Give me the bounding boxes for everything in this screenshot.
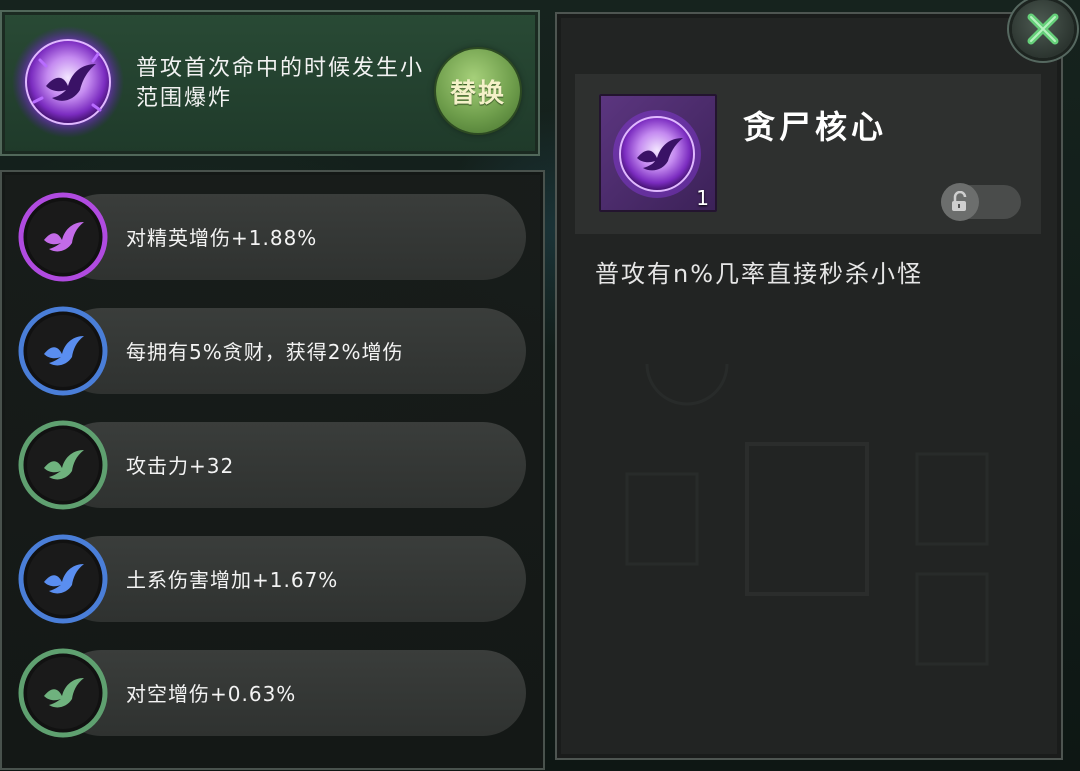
stat-label: 土系伤害增加+1.67% — [126, 568, 339, 592]
game-screen: 普攻首次命中的时候发生小范围爆炸 替换 对精英增伤+1.88% 每拥有5%贪财，… — [0, 0, 1080, 771]
stat-row: 每拥有5%贪财，获得2%增伤 — [18, 306, 528, 396]
item-detail-header: 1 贪尸核心 — [575, 74, 1041, 234]
stat-label: 对空增伤+0.63% — [126, 682, 297, 706]
lock-toggle[interactable] — [941, 183, 1021, 221]
item-detail-panel: 1 贪尸核心 普攻有n%几率直接秒杀小怪 — [555, 12, 1063, 760]
green-phoenix-icon — [18, 648, 108, 738]
blue-phoenix-icon — [18, 534, 108, 624]
stat-label: 每拥有5%贪财，获得2%增伤 — [126, 340, 404, 364]
faded-background-pattern — [625, 364, 989, 666]
replace-button[interactable]: 替换 — [436, 49, 520, 133]
green-phoenix-icon — [18, 420, 108, 510]
purple-phoenix-icon — [18, 192, 108, 282]
close-button[interactable] — [1012, 0, 1074, 58]
item-name: 贪尸核心 — [743, 108, 888, 146]
item-count: 1 — [696, 186, 709, 210]
current-effect-description: 普攻首次命中的时候发生小范围爆炸 — [136, 56, 425, 111]
close-x-icon — [1027, 13, 1059, 45]
stat-label: 对精英增伤+1.88% — [126, 226, 318, 250]
stat-label: 攻击力+32 — [126, 454, 235, 478]
blue-phoenix-icon — [18, 306, 108, 396]
stat-row: 攻击力+32 — [18, 420, 528, 510]
unlock-icon — [941, 183, 979, 221]
item-slot[interactable]: 1 — [599, 94, 717, 212]
current-effect-card: 普攻首次命中的时候发生小范围爆炸 替换 — [0, 10, 540, 156]
stat-row: 土系伤害增加+1.67% — [18, 534, 528, 624]
stat-row: 对精英增伤+1.88% — [18, 192, 528, 282]
stat-row: 对空增伤+0.63% — [18, 648, 528, 738]
stats-list-panel: 对精英增伤+1.88% 每拥有5%贪财，获得2%增伤 攻击力+32 土系伤害增加… — [0, 170, 545, 770]
purple-phoenix-orb-icon — [10, 24, 126, 140]
item-description: 普攻有n%几率直接秒杀小怪 — [595, 260, 924, 288]
